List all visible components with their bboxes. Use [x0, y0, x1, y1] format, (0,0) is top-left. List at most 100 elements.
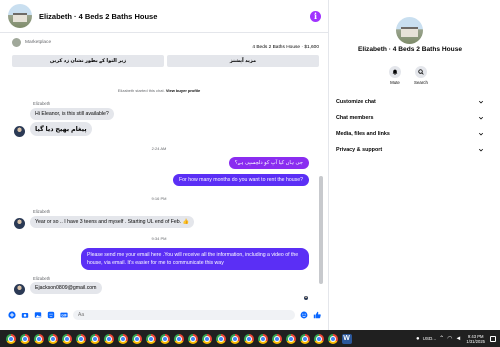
chrome-icon — [33, 333, 44, 344]
chrome-icon — [61, 333, 72, 344]
chevron-down-icon — [478, 100, 484, 104]
taskbar-app[interactable] — [256, 332, 269, 345]
taskbar-app[interactable] — [88, 332, 101, 345]
sender-avatar[interactable] — [14, 126, 25, 137]
system-message: Elizabeth started this chat. View buyer … — [0, 88, 318, 93]
message-bubble-outgoing[interactable]: Please send me your email here .You will… — [81, 248, 309, 270]
chrome-icon — [313, 333, 324, 344]
taskbar-app[interactable] — [60, 332, 73, 345]
message-bubble-incoming[interactable]: پیغام بھیج دیا گیا — [30, 122, 92, 136]
message-bubble-incoming[interactable]: Ejackson0809@gmail.com — [30, 282, 102, 294]
notification-icon[interactable] — [490, 335, 496, 342]
bell-icon — [389, 66, 401, 78]
sticker-icon[interactable] — [47, 311, 55, 319]
emoji-icon[interactable] — [300, 311, 308, 319]
view-buyer-profile-link[interactable]: View buyer profile — [166, 88, 200, 93]
sender-avatar[interactable] — [14, 284, 25, 295]
chevron-down-icon — [478, 116, 484, 120]
section-label: Privacy & support — [336, 147, 383, 153]
clock[interactable]: 9:43 PM 1/31/2025 — [466, 334, 485, 344]
taskbar-app[interactable] — [298, 332, 311, 345]
taskbar-app[interactable] — [172, 332, 185, 345]
message-bubble-incoming[interactable]: Year or so .. I have 3 teens and myself … — [30, 216, 194, 228]
taskbar-app[interactable] — [228, 332, 241, 345]
conversation-info-panel: Elizabeth · 4 Beds 2 Baths House Mute Se… — [330, 0, 500, 330]
chrome-icon — [285, 333, 296, 344]
chevron-up-icon[interactable]: ⌃ — [439, 335, 444, 342]
windows-taskbar: W ● USD... ⌃ ◠ ◄ 9:43 PM 1/31/2025 — [0, 330, 500, 347]
taskbar-app[interactable]: W — [340, 332, 353, 345]
timestamp: 9:34 PM — [151, 236, 167, 241]
chrome-icon — [145, 333, 156, 344]
sender-name: Elizabeth — [33, 101, 51, 106]
taskbar-app[interactable] — [102, 332, 115, 345]
chrome-icon — [103, 333, 114, 344]
section-customize-chat[interactable]: Customize chat — [336, 96, 484, 108]
timestamp: 9:16 PM — [151, 196, 167, 201]
taskbar-app[interactable] — [312, 332, 325, 345]
add-icon[interactable] — [8, 311, 16, 319]
chrome-icon — [19, 333, 30, 344]
taskbar-app[interactable] — [130, 332, 143, 345]
sender-name: Elizabeth — [33, 276, 51, 281]
listing-thumbnail[interactable] — [12, 38, 21, 47]
search-button[interactable]: Search — [411, 66, 431, 85]
chrome-icon — [215, 333, 226, 344]
message-input[interactable] — [73, 310, 295, 320]
taskbar-app[interactable] — [200, 332, 213, 345]
taskbar-app[interactable] — [242, 332, 255, 345]
taskbar-app[interactable] — [284, 332, 297, 345]
taskbar-app[interactable] — [214, 332, 227, 345]
more-options-button[interactable]: مزید آپشنز — [167, 55, 319, 67]
composer: GIF — [0, 307, 329, 323]
chrome-icon — [75, 333, 86, 344]
message-bubble-outgoing[interactable]: For how many months do you want to rent … — [173, 174, 309, 186]
sender-avatar[interactable] — [14, 218, 25, 229]
chrome-icon — [229, 333, 240, 344]
taskbar-app[interactable] — [18, 332, 31, 345]
mark-pending-button[interactable]: زیر التوا کے بطور نشان زد کریں — [12, 55, 164, 67]
info-avatar[interactable] — [396, 17, 423, 44]
chat-pane: Elizabeth · 4 Beds 2 Baths House i Marke… — [0, 0, 329, 330]
system-tray: ● USD... ⌃ ◠ ◄ 9:43 PM 1/31/2025 — [416, 330, 496, 347]
chrome-icon — [327, 333, 338, 344]
sender-name: Elizabeth — [33, 209, 51, 214]
volume-icon[interactable]: ◄ — [455, 336, 461, 342]
taskbar-app[interactable] — [4, 332, 17, 345]
section-privacy-support[interactable]: Privacy & support — [336, 144, 484, 156]
scrollbar-thumb[interactable] — [319, 176, 323, 284]
camera-icon[interactable] — [21, 311, 29, 319]
taskbar-app[interactable] — [326, 332, 339, 345]
gif-icon[interactable]: GIF — [60, 311, 68, 319]
mute-button[interactable]: Mute — [385, 66, 405, 85]
taskbar-app[interactable] — [116, 332, 129, 345]
listing-title-price[interactable]: 4 Beds 2 Baths House · $1,600 — [252, 45, 319, 50]
tray-label[interactable]: USD... — [423, 336, 437, 341]
taskbar-app[interactable] — [32, 332, 45, 345]
taskbar-app[interactable] — [158, 332, 171, 345]
taskbar-app[interactable] — [46, 332, 59, 345]
section-chat-members[interactable]: Chat members — [336, 112, 484, 124]
conversation-avatar[interactable] — [8, 4, 32, 28]
like-icon[interactable] — [313, 311, 321, 319]
messenger-window: Elizabeth · 4 Beds 2 Baths House i Marke… — [0, 0, 500, 347]
timestamp: 2:24 AM — [151, 146, 167, 151]
info-icon[interactable]: i — [310, 10, 321, 22]
image-icon[interactable] — [34, 311, 42, 319]
taskbar-app[interactable] — [186, 332, 199, 345]
search-label: Search — [414, 80, 428, 85]
search-icon — [415, 66, 427, 78]
message-bubble-outgoing[interactable]: جی ہاں کیا آپ کو دلچسپی ہے؟ — [228, 157, 309, 169]
message-bubble-incoming[interactable]: Hi Eleanor, is this still available? — [30, 108, 114, 120]
chrome-icon — [271, 333, 282, 344]
message-scrollbar[interactable] — [318, 80, 324, 304]
currency-icon[interactable]: ● — [416, 336, 420, 342]
conversation-title[interactable]: Elizabeth · 4 Beds 2 Baths House — [39, 12, 310, 21]
chrome-icon — [257, 333, 268, 344]
wifi-icon[interactable]: ◠ — [447, 335, 452, 342]
chrome-icon — [187, 333, 198, 344]
section-media-files-links[interactable]: Media, files and links — [336, 128, 484, 140]
taskbar-app[interactable] — [270, 332, 283, 345]
taskbar-app[interactable] — [144, 332, 157, 345]
taskbar-app[interactable] — [74, 332, 87, 345]
